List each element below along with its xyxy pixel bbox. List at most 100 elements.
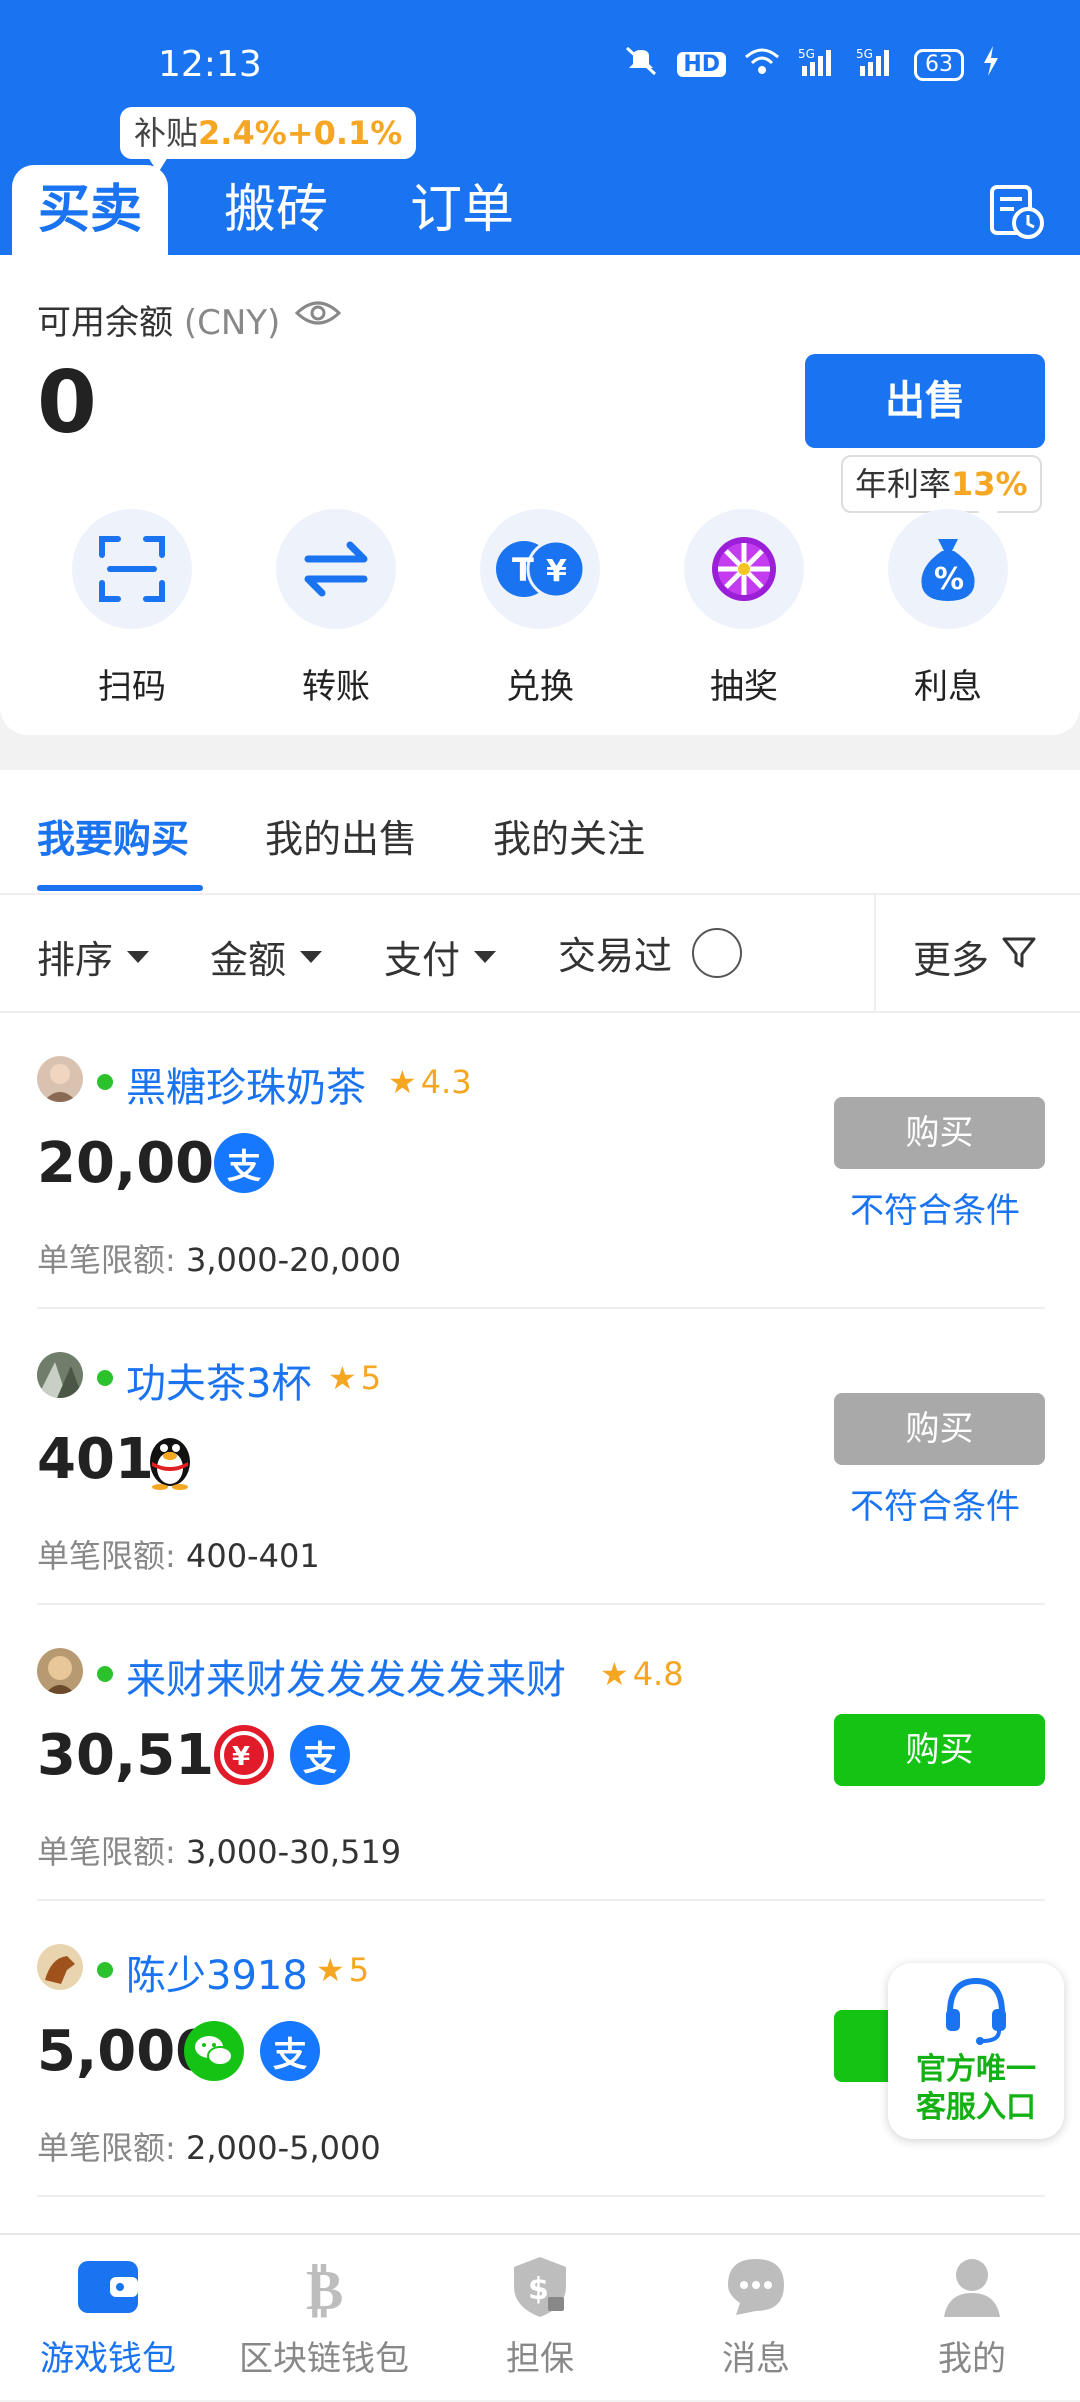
nav-label: 我的 xyxy=(938,2339,1006,2379)
seller-name[interactable]: 陈少3918 xyxy=(126,1943,308,2001)
eye-icon[interactable] xyxy=(294,293,342,333)
avatar xyxy=(37,1056,83,1102)
limit-label: 单笔限额: xyxy=(37,1537,176,1575)
action-transfer-label: 转账 xyxy=(302,667,370,707)
seller-name[interactable]: 黑糖珍珠奶茶 xyxy=(126,1055,366,1113)
action-exchange-label: 兑换 xyxy=(506,667,574,707)
tab-my-follows[interactable]: 我的关注 xyxy=(493,808,645,863)
filter-more-label: 更多 xyxy=(913,938,990,982)
filter-more[interactable]: 更多 xyxy=(913,929,1037,984)
nav-blockchain-wallet[interactable]: ₿ 区块链钱包 xyxy=(216,2235,432,2402)
nav-label: 游戏钱包 xyxy=(40,2339,176,2379)
filter-bar: 排序 金额 支付 交易过 更多 xyxy=(0,895,1080,1013)
sell-button[interactable]: 出售 xyxy=(805,354,1045,448)
active-tab-indicator xyxy=(37,885,203,891)
app-header: 12:13 HD 5G 5G 63 买卖 搬砖 订单 补贴2.4%+0.1% xyxy=(0,0,1080,255)
interest-bag-icon: % xyxy=(888,509,1008,629)
filter-sort[interactable]: 排序 xyxy=(37,929,150,984)
ineligible-note: 不符合条件 xyxy=(850,1191,1020,1231)
filter-payment[interactable]: 支付 xyxy=(384,929,497,984)
rate-label: 年利率 xyxy=(855,465,952,503)
seller-name[interactable]: 来财来财发发发发发来财 xyxy=(126,1647,566,1705)
signal-icon-1: 5G xyxy=(798,46,838,83)
action-exchange[interactable]: T ¥ 兑换 xyxy=(440,509,640,708)
limit-label: 单笔限额: xyxy=(37,1241,176,1279)
service-line1: 官方唯一 xyxy=(916,2052,1036,2087)
payment-methods: 支 xyxy=(184,2021,320,2081)
tab-trade[interactable]: 买卖 xyxy=(12,165,168,255)
scan-icon xyxy=(72,509,192,629)
transfer-icon xyxy=(276,509,396,629)
user-icon xyxy=(940,2255,1004,2319)
rate-value: 13% xyxy=(951,465,1028,503)
svg-text:5G: 5G xyxy=(798,47,815,61)
rating-value: 4.3 xyxy=(420,1063,472,1101)
action-transfer[interactable]: 转账 xyxy=(236,509,436,708)
hd-icon: HD xyxy=(677,52,726,77)
limit-value: 3,000-20,000 xyxy=(185,1241,402,1279)
star-icon: ★ xyxy=(328,1359,357,1397)
mute-icon xyxy=(623,46,659,83)
customer-service-float[interactable]: 官方唯一 客服入口 xyxy=(888,1963,1064,2139)
bottom-navigation: 游戏钱包 ₿ 区块链钱包 $ 担保 消息 我的 xyxy=(0,2233,1080,2400)
buy-button[interactable]: 购买 xyxy=(834,1097,1045,1169)
filter-amount[interactable]: 金额 xyxy=(210,929,323,984)
wallet-icon xyxy=(76,2255,140,2319)
filter-traded[interactable]: 交易过 xyxy=(558,925,743,980)
tab-my-sales[interactable]: 我的出售 xyxy=(265,808,417,863)
unionpay-icon: ¥ xyxy=(214,1725,274,1785)
service-text: 官方唯一 客服入口 xyxy=(888,2051,1064,2127)
action-scan-label: 扫码 xyxy=(98,667,166,707)
status-icons: HD 5G 5G 63 xyxy=(623,46,1000,83)
tab-orders[interactable]: 订单 xyxy=(384,165,540,255)
order-record-icon[interactable] xyxy=(988,183,1046,241)
chat-bubble-icon xyxy=(724,2255,788,2319)
interest-rate-tooltip: 年利率13% xyxy=(841,455,1042,525)
limit-label: 单笔限额: xyxy=(37,1833,176,1871)
nav-me[interactable]: 我的 xyxy=(864,2235,1080,2402)
seller-rating: ★ 5 xyxy=(328,1359,381,1397)
svg-text:%: % xyxy=(934,562,964,597)
nav-guarantee[interactable]: $ 担保 xyxy=(432,2235,648,2402)
action-interest[interactable]: % 利息 xyxy=(848,509,1048,708)
listing-limit: 单笔限额: 400-401 xyxy=(37,1531,320,1577)
shield-dollar-icon: $ xyxy=(508,2255,572,2319)
nav-messages[interactable]: 消息 xyxy=(648,2235,864,2402)
traded-radio[interactable] xyxy=(692,927,743,978)
star-icon: ★ xyxy=(316,1951,345,1989)
limit-value: 2,000-5,000 xyxy=(185,2129,381,2167)
rating-value: 5 xyxy=(360,1359,382,1397)
svg-text:¥: ¥ xyxy=(546,554,567,589)
caret-down-icon xyxy=(474,950,497,963)
svg-text:₿: ₿ xyxy=(306,2258,343,2319)
alipay-icon: 支 xyxy=(214,1133,274,1193)
seller-rating: ★ 5 xyxy=(316,1951,369,1989)
seller-rating: ★ 4.8 xyxy=(600,1655,684,1693)
buy-button[interactable]: 购买 xyxy=(834,1393,1045,1465)
lottery-wheel-icon xyxy=(684,509,804,629)
seller-name[interactable]: 功夫茶3杯 xyxy=(126,1351,311,1409)
qq-penguin-icon xyxy=(140,1429,200,1490)
listing-limit: 单笔限额: 3,000-20,000 xyxy=(37,1235,401,1281)
bitcoin-icon: ₿ xyxy=(292,2255,356,2323)
action-scan[interactable]: 扫码 xyxy=(32,509,232,708)
online-indicator xyxy=(97,1074,113,1090)
rating-value: 5 xyxy=(348,1951,370,1989)
charging-icon xyxy=(982,46,1000,83)
wifi-icon xyxy=(744,47,780,82)
rating-value: 4.8 xyxy=(632,1655,684,1693)
balance-label-text: 可用余额 xyxy=(37,303,173,343)
action-lottery[interactable]: 抽奖 xyxy=(644,509,844,708)
ineligible-note: 不符合条件 xyxy=(850,1487,1020,1527)
service-line2: 客服入口 xyxy=(916,2090,1036,2125)
subsidy-label: 补贴 xyxy=(134,114,199,152)
listing-limit: 单笔限额: 2,000-5,000 xyxy=(37,2123,381,2169)
tab-arbitrage[interactable]: 搬砖 xyxy=(198,165,354,255)
tab-buy[interactable]: 我要购买 xyxy=(37,808,189,863)
avatar xyxy=(37,1352,83,1398)
signal-icon-2: 5G xyxy=(856,46,896,83)
funnel-icon xyxy=(1001,934,1037,979)
nav-game-wallet[interactable]: 游戏钱包 xyxy=(0,2235,216,2402)
wechat-pay-icon xyxy=(184,2021,244,2081)
buy-button[interactable]: 购买 xyxy=(834,1714,1045,1786)
